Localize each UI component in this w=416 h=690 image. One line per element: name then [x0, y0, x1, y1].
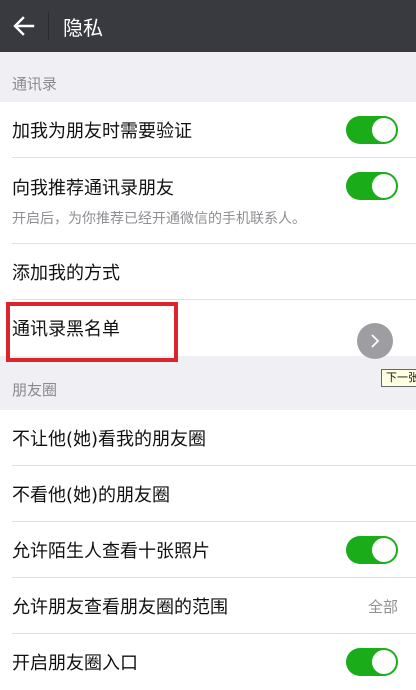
row-recommend-contacts[interactable]: 向我推荐通讯录朋友 开启后，为你推荐已经开通微信的手机联系人。 [0, 158, 416, 244]
next-image-button[interactable] [357, 323, 393, 359]
back-button[interactable] [0, 0, 48, 52]
arrow-left-icon [13, 16, 35, 36]
top-bar: 隐私 [0, 0, 416, 52]
row-add-methods[interactable]: 添加我的方式 [0, 244, 416, 300]
row-moments-range[interactable]: 允许朋友查看朋友圈的范围 全部 [0, 578, 416, 634]
moments-entry-toggle[interactable] [346, 648, 398, 676]
section-header-contacts: 通讯录 [12, 75, 58, 93]
row-label: 不让他(她)看我的朋友圈 [12, 429, 207, 450]
header-divider [48, 12, 49, 40]
row-hide-my-moments[interactable]: 不让他(她)看我的朋友圈 [0, 410, 416, 466]
row-moments-entry[interactable]: 开启朋友圈入口 [0, 634, 416, 690]
row-verify-friend[interactable]: 加我为朋友时需要验证 [0, 102, 416, 158]
page-title: 隐私 [63, 15, 103, 40]
moments-group: 不让他(她)看我的朋友圈 不看他(她)的朋友圈 允许陌生人查看十张照片 允许朋友… [0, 410, 416, 690]
row-label: 开启朋友圈入口 [12, 653, 138, 674]
highlight-box [6, 302, 178, 362]
recommend-toggle[interactable] [346, 172, 398, 200]
row-label: 允许朋友查看朋友圈的范围 [12, 597, 228, 618]
tooltip: 下一张 [381, 369, 416, 387]
row-description: 开启后，为你推荐已经开通微信的手机联系人。 [12, 211, 306, 227]
row-label: 允许陌生人查看十张照片 [12, 541, 210, 562]
row-label: 加我为朋友时需要验证 [12, 121, 192, 142]
toggle-knob [372, 538, 396, 562]
row-stranger-ten-photos[interactable]: 允许陌生人查看十张照片 [0, 522, 416, 578]
row-label: 添加我的方式 [12, 263, 120, 284]
toggle-knob [372, 174, 396, 198]
toggle-knob [372, 118, 396, 142]
chevron-right-icon [371, 334, 380, 348]
stranger-photos-toggle[interactable] [346, 536, 398, 564]
verify-toggle[interactable] [346, 116, 398, 144]
row-label: 不看他(她)的朋友圈 [12, 485, 171, 506]
toggle-knob [372, 650, 396, 674]
range-value: 全部 [367, 597, 398, 616]
section-header-moments: 朋友圈 [12, 381, 58, 399]
row-label: 向我推荐通讯录朋友 [12, 178, 174, 199]
row-hide-their-moments[interactable]: 不看他(她)的朋友圈 [0, 466, 416, 522]
